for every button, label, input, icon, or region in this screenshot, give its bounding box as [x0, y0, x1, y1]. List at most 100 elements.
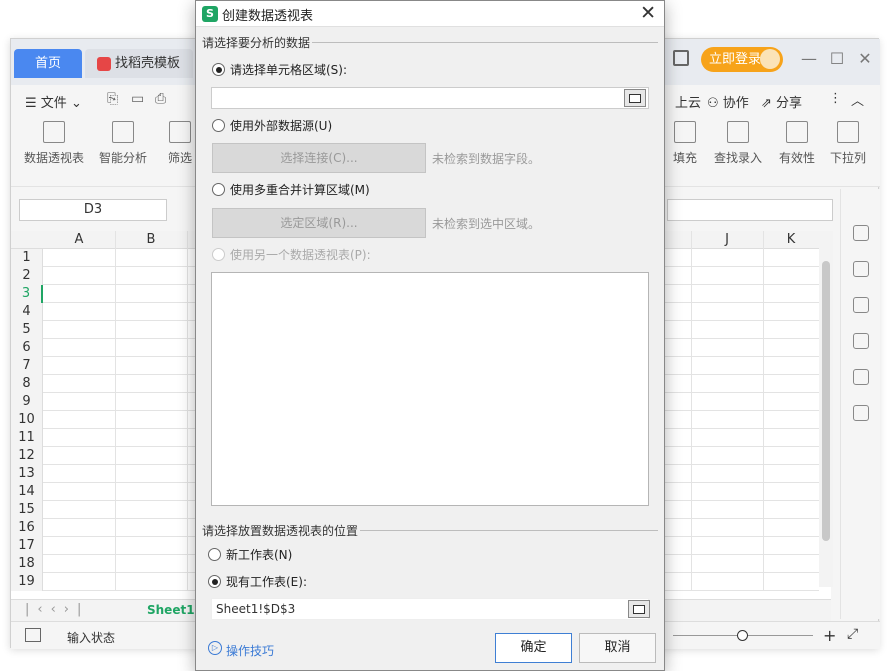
- cloud-button[interactable]: 上云: [675, 92, 701, 111]
- no-range-hint: 未检索到选中区域。: [432, 217, 541, 231]
- select-range-button[interactable]: 选定区域(R)...: [212, 208, 426, 238]
- scroll-thumb[interactable]: [822, 261, 830, 541]
- transfer-icon[interactable]: [853, 297, 869, 313]
- pivot-table-button[interactable]: 数据透视表: [23, 121, 85, 166]
- input-status: 输入状态: [67, 631, 116, 645]
- cancel-button[interactable]: 取消: [579, 633, 656, 663]
- validity-icon: [786, 121, 808, 143]
- no-field-hint: 未检索到数据字段。: [432, 152, 541, 166]
- adjust-icon[interactable]: [853, 261, 869, 277]
- row-header[interactable]: 13: [11, 465, 43, 483]
- image-icon[interactable]: [853, 333, 869, 349]
- tab-home[interactable]: 首页: [14, 49, 82, 78]
- row-header[interactable]: 2: [11, 267, 43, 285]
- vertical-scrollbar[interactable]: [819, 231, 833, 587]
- sheet-nav-icons[interactable]: |‹‹›|: [25, 602, 89, 617]
- row-header[interactable]: 5: [11, 321, 43, 339]
- row-header[interactable]: 14: [11, 483, 43, 501]
- grid-col-line: [115, 231, 116, 591]
- book-icon[interactable]: [853, 405, 869, 421]
- row-header[interactable]: 9: [11, 393, 43, 411]
- cell-range-input[interactable]: [211, 87, 649, 109]
- radio-other-pivot[interactable]: 使用另一个数据透视表(P):: [212, 248, 371, 262]
- row-header[interactable]: 4: [11, 303, 43, 321]
- location-picker-icon[interactable]: [628, 600, 650, 618]
- radio-external-source[interactable]: 使用外部数据源(U): [212, 119, 332, 133]
- range-picker-icon[interactable]: [624, 89, 646, 107]
- close-window-icon[interactable]: ✕: [853, 49, 877, 68]
- smart-analysis-button[interactable]: 智能分析: [97, 121, 149, 166]
- print-icon[interactable]: ⎙: [155, 91, 166, 107]
- divider: [360, 530, 658, 531]
- radio-multi-consolidation[interactable]: 使用多重合并计算区域(M): [212, 183, 370, 197]
- collapse-ribbon-icon[interactable]: ︿: [851, 90, 864, 109]
- column-j[interactable]: J: [691, 231, 763, 249]
- row-header[interactable]: 3: [11, 285, 43, 303]
- row-header[interactable]: 16: [11, 519, 43, 537]
- app-grid-icon[interactable]: [673, 50, 689, 66]
- pivot-list-box[interactable]: [211, 272, 649, 506]
- column-b[interactable]: B: [115, 231, 187, 249]
- name-box[interactable]: D3: [19, 199, 167, 221]
- share-button[interactable]: ⇗ 分享: [761, 92, 802, 111]
- macro-icon[interactable]: [25, 628, 41, 642]
- side-panel: [840, 189, 880, 619]
- smart-analysis-icon: [112, 121, 134, 143]
- formula-bar[interactable]: [667, 199, 833, 221]
- save-icon[interactable]: ⎘: [107, 91, 118, 107]
- row-header[interactable]: 19: [11, 573, 43, 591]
- select-icon[interactable]: [853, 225, 869, 241]
- create-pivot-dialog: S 创建数据透视表 ✕ 请选择要分析的数据 请选择单元格区域(S): 使用外部数…: [195, 0, 665, 671]
- template-logo-icon: [97, 56, 111, 71]
- select-connection-button[interactable]: 选择连接(C)...: [212, 143, 426, 173]
- row-header[interactable]: 8: [11, 375, 43, 393]
- validity-button[interactable]: 有效性: [773, 121, 821, 166]
- fill-icon: [674, 121, 696, 143]
- operation-tips-link[interactable]: 操作技巧: [208, 641, 274, 659]
- row-header[interactable]: 1: [11, 249, 43, 267]
- dialog-titlebar: S 创建数据透视表 ✕: [196, 1, 664, 27]
- fullscreen-icon[interactable]: ⤢: [847, 626, 858, 642]
- export-icon[interactable]: ▭: [131, 91, 144, 107]
- dialog-title: 创建数据透视表: [222, 9, 314, 24]
- ok-button[interactable]: 确定: [495, 633, 572, 663]
- row-header[interactable]: 17: [11, 537, 43, 555]
- dropdown-list-button[interactable]: 下拉列: [829, 121, 867, 166]
- column-a[interactable]: A: [43, 231, 115, 249]
- more-icon[interactable]: ⋮: [829, 91, 842, 106]
- row-header[interactable]: 7: [11, 357, 43, 375]
- row-header[interactable]: 12: [11, 447, 43, 465]
- close-icon[interactable]: ✕: [640, 2, 656, 24]
- radio-cell-range[interactable]: 请选择单元格区域(S):: [212, 63, 347, 77]
- zoom-slider-thumb[interactable]: [737, 630, 748, 641]
- login-button[interactable]: 立即登录: [701, 47, 783, 72]
- column-k[interactable]: K: [763, 231, 819, 249]
- filter-button[interactable]: 筛选: [165, 121, 195, 166]
- row-header[interactable]: 10: [11, 411, 43, 429]
- existing-sheet-input[interactable]: Sheet1!$D$3: [211, 598, 649, 620]
- collab-button[interactable]: ⚇ 协作: [707, 92, 749, 111]
- zoom-in-icon[interactable]: +: [823, 626, 836, 645]
- compass-icon[interactable]: [853, 369, 869, 385]
- divider: [312, 42, 658, 43]
- grid-col-line: [187, 231, 188, 591]
- row-header[interactable]: 6: [11, 339, 43, 357]
- avatar-icon: [760, 49, 780, 69]
- grid-col-line: [691, 231, 692, 591]
- sheet-tab[interactable]: Sheet1: [147, 603, 195, 617]
- filter-icon: [169, 121, 191, 143]
- minimize-icon[interactable]: —: [797, 49, 821, 68]
- radio-existing-sheet[interactable]: 现有工作表(E):: [208, 575, 307, 589]
- row-header[interactable]: 18: [11, 555, 43, 573]
- row-header[interactable]: 15: [11, 501, 43, 519]
- wps-logo-icon: S: [202, 6, 218, 22]
- maximize-icon[interactable]: ☐: [825, 49, 849, 68]
- tab-template[interactable]: 找稻壳模板: [85, 49, 193, 78]
- lookup-entry-button[interactable]: 查找录入: [711, 121, 765, 166]
- file-menu[interactable]: ☰ 文件 ⌄: [25, 92, 82, 111]
- fill-button[interactable]: 填充: [667, 121, 703, 166]
- pivot-table-icon: [43, 121, 65, 143]
- lookup-entry-icon: [727, 121, 749, 143]
- row-header[interactable]: 11: [11, 429, 43, 447]
- radio-new-sheet[interactable]: 新工作表(N): [208, 548, 292, 562]
